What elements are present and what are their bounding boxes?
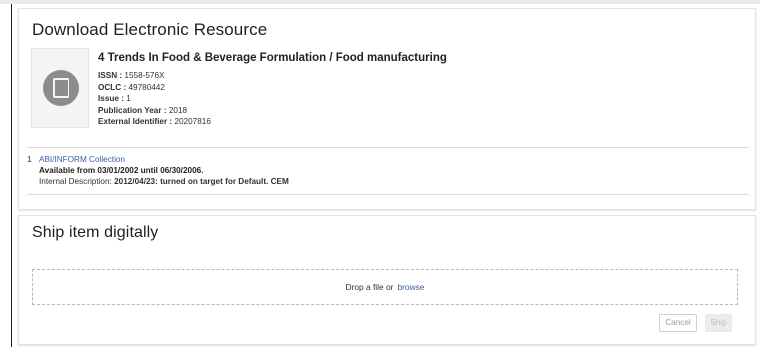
window-top-border xyxy=(0,0,760,4)
collection-link[interactable]: ABI/INFORM Collection xyxy=(39,155,125,164)
file-dropzone[interactable]: Drop a file or browse xyxy=(32,269,738,305)
window-left-border xyxy=(11,4,12,347)
oclc-value: 49780442 xyxy=(128,82,165,92)
availability-text: Available from 03/01/2002 until 06/30/20… xyxy=(39,166,204,175)
external-identifier-row: External Identifier : 20207816 xyxy=(98,116,211,128)
publication-year-label: Publication Year : xyxy=(98,105,167,115)
internal-description: Internal Description: 2012/04/23: turned… xyxy=(27,176,289,187)
browse-link[interactable]: browse xyxy=(397,282,424,292)
publication-year-value: 2018 xyxy=(168,105,188,115)
oclc-row: OCLC : 49780442 xyxy=(98,82,211,94)
book-icon xyxy=(43,70,79,106)
issn-label: ISSN : xyxy=(98,71,123,80)
oclc-label: OCLC : xyxy=(98,82,127,92)
internal-description-value: 2012/04/23: turned on target for Default… xyxy=(114,177,289,186)
divider xyxy=(27,194,749,195)
issn-row: ISSN : 1558-576X xyxy=(98,70,211,82)
ship-button[interactable]: Ship xyxy=(705,314,732,332)
service-number: 1 xyxy=(27,155,32,164)
issue-row: Issue : 1 xyxy=(98,93,211,105)
publication-year-row: Publication Year : 2018 xyxy=(98,105,211,117)
external-identifier-value: 20207816 xyxy=(174,117,211,126)
issn-value: 1558-576X xyxy=(124,71,165,80)
ship-item-panel: Ship item digitally Drop a file or browse… xyxy=(18,215,756,345)
issue-value: 1 xyxy=(126,94,131,103)
internal-description-label: Internal Description: xyxy=(39,177,112,186)
service-list-item: 1 ABI/INFORM Collection Available from 03… xyxy=(27,154,289,187)
external-identifier-label: External Identifier : xyxy=(98,117,173,126)
divider xyxy=(27,147,749,148)
resource-title: 4 Trends In Food & Beverage Formulation … xyxy=(98,52,447,64)
dropzone-text: Drop a file or xyxy=(345,282,394,292)
cancel-button[interactable]: Cancel xyxy=(659,314,697,332)
issue-label: Issue : xyxy=(98,94,124,103)
panel-title: Ship item digitally xyxy=(32,224,159,241)
panel-title: Download Electronic Resource xyxy=(32,20,268,39)
resource-thumbnail xyxy=(31,48,89,128)
download-resource-panel: Download Electronic Resource 4 Trends In… xyxy=(18,8,756,210)
resource-metadata: ISSN : 1558-576X OCLC : 49780442 Issue :… xyxy=(98,70,211,128)
